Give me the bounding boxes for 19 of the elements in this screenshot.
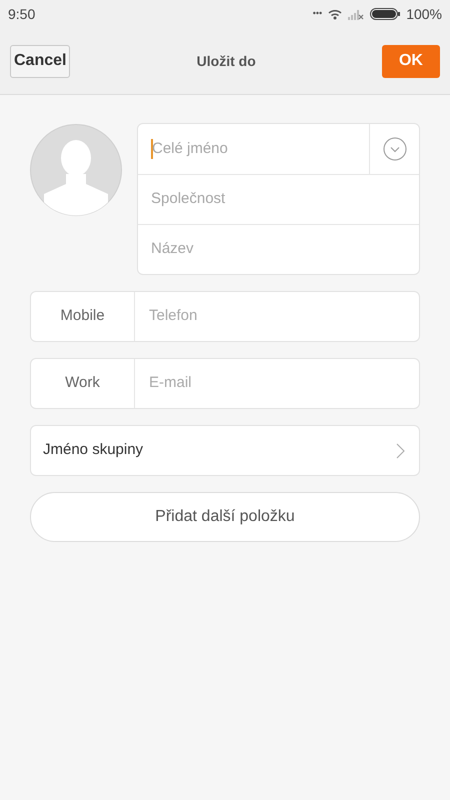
status-time: 9:50 [8, 4, 36, 24]
more-dots: ••• [312, 7, 322, 20]
header-title: Uložit do [196, 52, 256, 70]
name-input-field[interactable]: Název [138, 225, 419, 274]
battery-icon [370, 8, 400, 20]
cancel-button[interactable]: Cancel [10, 44, 70, 78]
chevron-right-icon [396, 442, 405, 458]
contact-input-field[interactable]: E-mail [135, 372, 192, 395]
ok-button[interactable]: OK [382, 44, 440, 78]
group-picker[interactable]: Jméno skupiny [30, 425, 420, 476]
battery-level: 100% [406, 4, 442, 24]
contact-input-field[interactable]: Telefon [135, 305, 198, 328]
expand-icon[interactable] [382, 137, 406, 161]
wifi-icon [328, 8, 342, 20]
field-type-label[interactable]: Work [31, 359, 135, 408]
add-field-button[interactable]: Přidat další položku [30, 492, 420, 542]
name-input-field[interactable]: Společnost [138, 175, 419, 224]
signal-icon [348, 8, 364, 20]
field-type-label[interactable]: Mobile [31, 292, 135, 341]
